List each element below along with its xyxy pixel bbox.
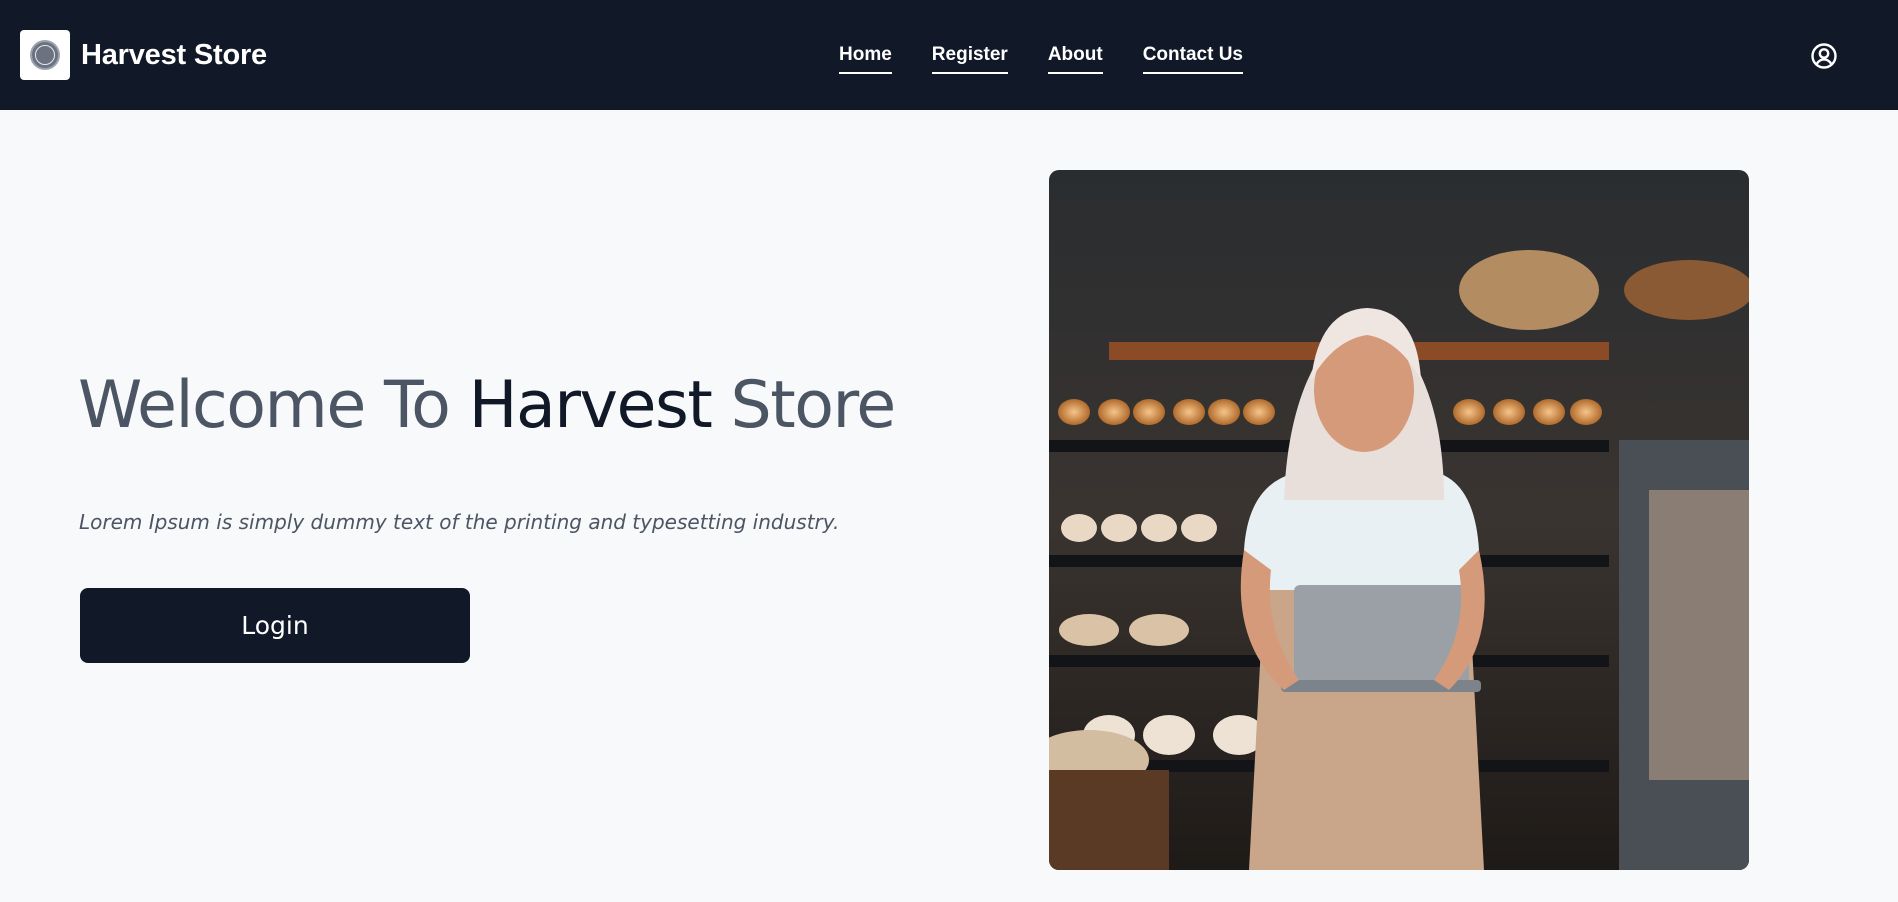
nav-about-link[interactable]: About bbox=[1047, 44, 1103, 74]
main-nav: Home Register About Contact Us bbox=[839, 44, 1243, 74]
hero-title: Welcome To Harvest Store bbox=[78, 368, 896, 443]
store-logo-icon bbox=[20, 30, 70, 80]
bakery-photo-image bbox=[1049, 170, 1749, 870]
hero-subtitle: Lorem Ipsum is simply dummy text of the … bbox=[79, 510, 840, 534]
nav-home-link[interactable]: Home bbox=[839, 44, 892, 74]
brand[interactable]: Harvest Store bbox=[20, 30, 267, 80]
navbar: Harvest Store Home Register About Contac… bbox=[0, 0, 1898, 110]
nav-register-link[interactable]: Register bbox=[931, 44, 1008, 74]
login-button[interactable]: Login bbox=[80, 588, 470, 663]
nav-contact-link[interactable]: Contact Us bbox=[1142, 44, 1243, 74]
user-account-icon[interactable] bbox=[1810, 42, 1838, 70]
brand-name: Harvest Store bbox=[81, 38, 267, 71]
